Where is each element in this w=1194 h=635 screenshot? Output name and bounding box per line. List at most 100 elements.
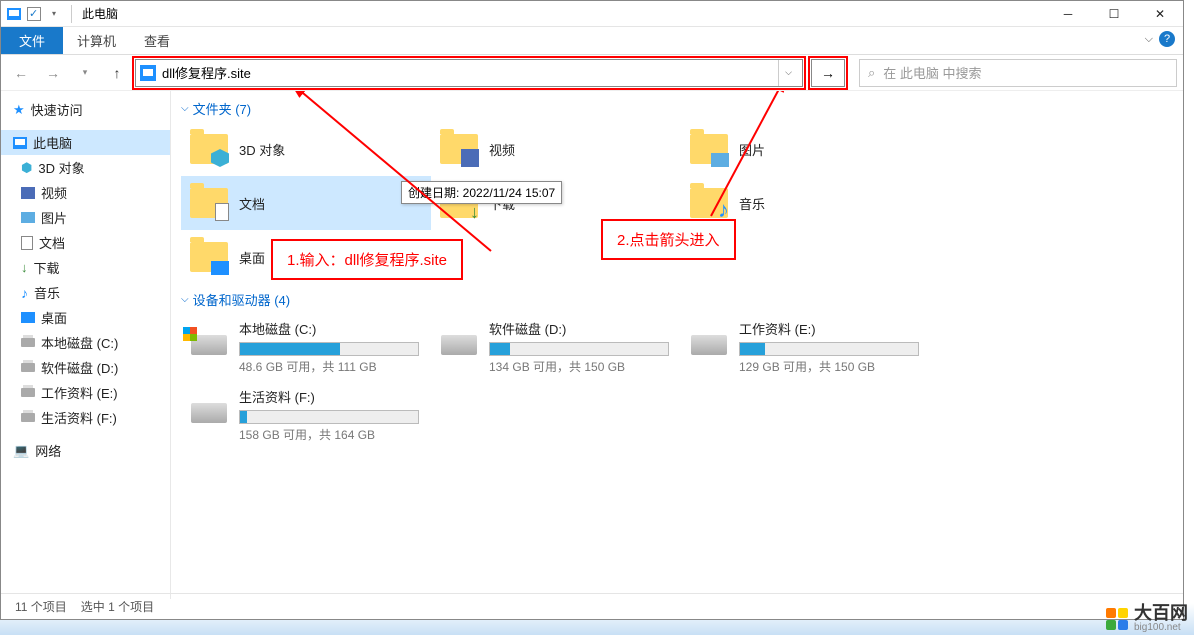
disk-icon: [191, 335, 227, 355]
desktop-icon: [211, 261, 229, 275]
help-icon[interactable]: ?: [1159, 31, 1175, 47]
address-dropdown-icon[interactable]: ⌵: [778, 60, 798, 86]
disk-icon: [21, 338, 35, 347]
search-icon: ⌕: [868, 65, 875, 81]
drive-item[interactable]: 本地磁盘 (C:) 48.6 GB 可用，共 111 GB: [181, 313, 431, 381]
drive-usage-bar: [239, 342, 419, 356]
watermark: 大百网 big100.net: [1106, 604, 1188, 633]
close-button[interactable]: ✕: [1137, 1, 1183, 27]
chevron-down-icon: ⌵: [181, 294, 189, 305]
qat-dropdown-icon[interactable]: ▾: [45, 5, 63, 23]
annotation-1: 1.输入：dll修复程序.site: [271, 239, 463, 280]
sidebar-disk-c[interactable]: 本地磁盘 (C:): [1, 330, 170, 355]
drive-item[interactable]: 工作资料 (E:) 129 GB 可用，共 150 GB: [681, 313, 931, 381]
drive-usage-bar: [739, 342, 919, 356]
sidebar: ★快速访问 此电脑 ⬢3D 对象 视频 图片 文档 ↓下载 ♪音乐 桌面 本地磁…: [1, 91, 171, 599]
image-icon: [711, 153, 729, 167]
cube-icon: ⬢: [21, 160, 32, 176]
file-tab[interactable]: 文件: [1, 27, 63, 54]
titlebar: ✓ ▾ 此电脑 ─ ☐ ✕: [1, 1, 1183, 27]
nav-row: ← → ▾ ↑ ⌵ → ⌕ 在 此电脑 中搜索: [1, 55, 1183, 91]
address-bar[interactable]: ⌵: [135, 59, 803, 87]
checkbox-icon[interactable]: ✓: [27, 7, 41, 21]
window-title: 此电脑: [82, 5, 118, 22]
download-icon: ↓: [470, 202, 479, 223]
status-count: 11 个项目: [15, 598, 67, 615]
maximize-button[interactable]: ☐: [1091, 1, 1137, 27]
doc-icon: [215, 203, 229, 221]
sidebar-downloads[interactable]: ↓下载: [1, 255, 170, 280]
minimize-button[interactable]: ─: [1045, 1, 1091, 27]
address-icon: [140, 65, 156, 81]
ribbon-collapse-icon[interactable]: ⌵: [1145, 33, 1153, 46]
drive-label: 软件磁盘 (D:): [489, 319, 675, 338]
disk-icon: [441, 335, 477, 355]
annotation-2: 2.点击箭头进入: [601, 219, 736, 260]
disk-icon: [21, 413, 35, 422]
watermark-name: 大百网: [1134, 604, 1188, 622]
download-icon: ↓: [21, 260, 28, 275]
section-devices[interactable]: ⌵设备和驱动器 (4): [181, 290, 1173, 309]
sidebar-music[interactable]: ♪音乐: [1, 280, 170, 305]
forward-button[interactable]: →: [39, 59, 67, 87]
sidebar-3d[interactable]: ⬢3D 对象: [1, 155, 170, 180]
up-button[interactable]: ↑: [103, 59, 131, 87]
address-input[interactable]: [156, 65, 778, 80]
sidebar-desktop[interactable]: 桌面: [1, 305, 170, 330]
doc-icon: [21, 236, 33, 250]
sidebar-disk-d[interactable]: 软件磁盘 (D:): [1, 355, 170, 380]
network-icon: 💻: [13, 443, 29, 459]
sidebar-docs[interactable]: 文档: [1, 230, 170, 255]
video-icon: [461, 149, 479, 167]
drive-free-text: 134 GB 可用，共 150 GB: [489, 358, 675, 375]
disk-icon: [21, 388, 35, 397]
go-button[interactable]: →: [811, 59, 845, 87]
drive-item[interactable]: 生活资料 (F:) 158 GB 可用，共 164 GB: [181, 381, 431, 449]
content-pane: ⌵文件夹 (7) 3D 对象 视频 图片 文档 ↓下载 ♪音乐 桌面 创建日期:…: [171, 91, 1183, 599]
folder-3d[interactable]: 3D 对象: [181, 122, 431, 176]
tooltip: 创建日期: 2022/11/24 15:07: [401, 181, 562, 204]
sidebar-disk-e[interactable]: 工作资料 (E:): [1, 380, 170, 405]
disk-icon: [191, 403, 227, 423]
section-folders[interactable]: ⌵文件夹 (7): [181, 99, 1173, 118]
disk-icon: [691, 335, 727, 355]
ribbon-tabs: 文件 计算机 查看 ⌵ ?: [1, 27, 1183, 55]
search-placeholder: 在 此电脑 中搜索: [883, 63, 981, 82]
drive-usage-bar: [489, 342, 669, 356]
star-icon: ★: [13, 102, 25, 118]
tab-computer[interactable]: 计算机: [63, 27, 130, 54]
sidebar-this-pc[interactable]: 此电脑: [1, 130, 170, 155]
status-bar: 11 个项目 选中 1 个项目: [1, 593, 1183, 619]
chevron-down-icon: ⌵: [181, 103, 189, 114]
drive-usage-bar: [239, 410, 419, 424]
folder-docs[interactable]: 文档: [181, 176, 431, 230]
explorer-window: ✓ ▾ 此电脑 ─ ☐ ✕ 文件 计算机 查看 ⌵ ? ← → ▾ ↑ ⌵ →: [0, 0, 1184, 620]
search-box[interactable]: ⌕ 在 此电脑 中搜索: [859, 59, 1177, 87]
drive-free-text: 129 GB 可用，共 150 GB: [739, 358, 925, 375]
back-button[interactable]: ←: [7, 59, 35, 87]
folder-pictures[interactable]: 图片: [681, 122, 931, 176]
tab-view[interactable]: 查看: [130, 27, 184, 54]
sidebar-quick-access[interactable]: ★快速访问: [1, 97, 170, 122]
sidebar-network[interactable]: 💻网络: [1, 438, 170, 463]
music-icon: ♪: [21, 285, 28, 301]
disk-icon: [21, 363, 35, 372]
status-selected: 选中 1 个项目: [81, 598, 154, 615]
watermark-logo-icon: [1106, 608, 1128, 630]
recent-dropdown[interactable]: ▾: [71, 59, 99, 87]
drive-label: 本地磁盘 (C:): [239, 319, 425, 338]
video-icon: [21, 187, 35, 199]
drive-free-text: 48.6 GB 可用，共 111 GB: [239, 358, 425, 375]
sidebar-video[interactable]: 视频: [1, 180, 170, 205]
watermark-url: big100.net: [1134, 622, 1188, 633]
drive-label: 生活资料 (F:): [239, 387, 425, 406]
pc-icon: [5, 5, 23, 23]
pc-icon: [13, 137, 27, 149]
image-icon: [21, 212, 35, 223]
desktop-icon: [21, 312, 35, 323]
drive-free-text: 158 GB 可用，共 164 GB: [239, 426, 425, 443]
drive-item[interactable]: 软件磁盘 (D:) 134 GB 可用，共 150 GB: [431, 313, 681, 381]
folder-video[interactable]: 视频: [431, 122, 681, 176]
sidebar-disk-f[interactable]: 生活资料 (F:): [1, 405, 170, 430]
sidebar-pictures[interactable]: 图片: [1, 205, 170, 230]
